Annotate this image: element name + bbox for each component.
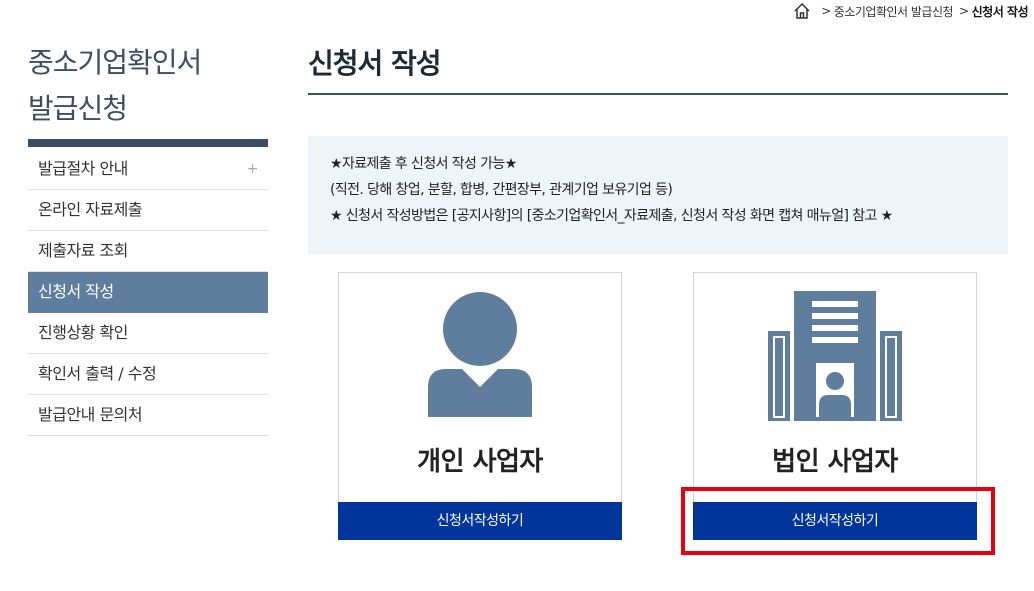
page-title: 신청서 작성 bbox=[308, 47, 442, 80]
sidebar-item-label: 진행상황 확인 bbox=[38, 323, 128, 342]
sidebar-item-online-submit[interactable]: 온라인 자료제출 bbox=[28, 190, 268, 231]
breadcrumb: > 중소기업확인서 발급신청 > 신청서 작성 bbox=[793, 2, 1029, 20]
sidebar-item-procedure[interactable]: 발급절차 안내 + bbox=[28, 149, 268, 190]
sidebar-item-label: 확인서 출력 / 수정 bbox=[38, 364, 157, 383]
breadcrumb-separator: > bbox=[959, 4, 969, 18]
sidebar-item-application[interactable]: 신청서 작성 bbox=[28, 272, 268, 313]
sidebar-item-label: 신청서 작성 bbox=[38, 282, 114, 301]
sidebar-item-print-edit[interactable]: 확인서 출력 / 수정 bbox=[28, 354, 268, 395]
notice-line: ★자료제출 후 신청서 작성 가능★ bbox=[330, 156, 517, 172]
sidebar-item-label: 제출자료 조회 bbox=[38, 241, 128, 260]
expand-icon[interactable]: + bbox=[247, 149, 259, 189]
corporate-business-card: 법인 사업자 신청서작성하기 bbox=[693, 272, 977, 540]
sidebar-nav: 발급절차 안내 + 온라인 자료제출 제출자료 조회 신청서 작성 진행상황 확… bbox=[28, 149, 268, 436]
sidebar-item-label: 온라인 자료제출 bbox=[38, 200, 143, 219]
personal-apply-button[interactable]: 신청서작성하기 bbox=[338, 502, 622, 540]
personal-business-label: 개인 사업자 bbox=[417, 447, 543, 477]
title-divider bbox=[308, 93, 1008, 95]
notice-box: ★자료제출 후 신청서 작성 가능★ (직전. 당해 창업, 분할, 합병, 간… bbox=[308, 136, 1008, 254]
corporate-apply-button[interactable]: 신청서작성하기 bbox=[693, 502, 977, 540]
notice-line: ★ 신청서 작성방법은 [공지사항]의 [중소기업확인서_자료제출, 신청서 작… bbox=[330, 208, 893, 224]
corporate-business-label: 법인 사업자 bbox=[772, 447, 898, 477]
sidebar-title-line1: 중소기업확인서 bbox=[28, 46, 202, 79]
sidebar-title: 중소기업확인서 발급신청 bbox=[28, 40, 268, 132]
person-icon bbox=[339, 291, 621, 421]
breadcrumb-item-apply[interactable]: 중소기업확인서 발급신청 bbox=[834, 3, 954, 20]
sidebar-item-progress[interactable]: 진행상황 확인 bbox=[28, 313, 268, 354]
notice-line: (직전. 당해 창업, 분할, 합병, 간편장부, 관계기업 보유기업 등) bbox=[330, 182, 673, 198]
sidebar-item-contact[interactable]: 발급안내 문의처 bbox=[28, 395, 268, 436]
personal-business-card: 개인 사업자 신청서작성하기 bbox=[338, 272, 622, 540]
home-icon[interactable] bbox=[793, 2, 811, 20]
breadcrumb-item-current: 신청서 작성 bbox=[971, 4, 1029, 19]
sidebar-item-submitted-lookup[interactable]: 제출자료 조회 bbox=[28, 231, 268, 272]
sidebar-item-label: 발급안내 문의처 bbox=[38, 405, 143, 424]
sidebar-divider bbox=[28, 139, 268, 147]
building-icon bbox=[694, 291, 976, 421]
breadcrumb-separator: > bbox=[821, 4, 831, 18]
sidebar-item-label: 발급절차 안내 bbox=[38, 159, 128, 178]
sidebar-title-line2: 발급신청 bbox=[28, 92, 128, 125]
